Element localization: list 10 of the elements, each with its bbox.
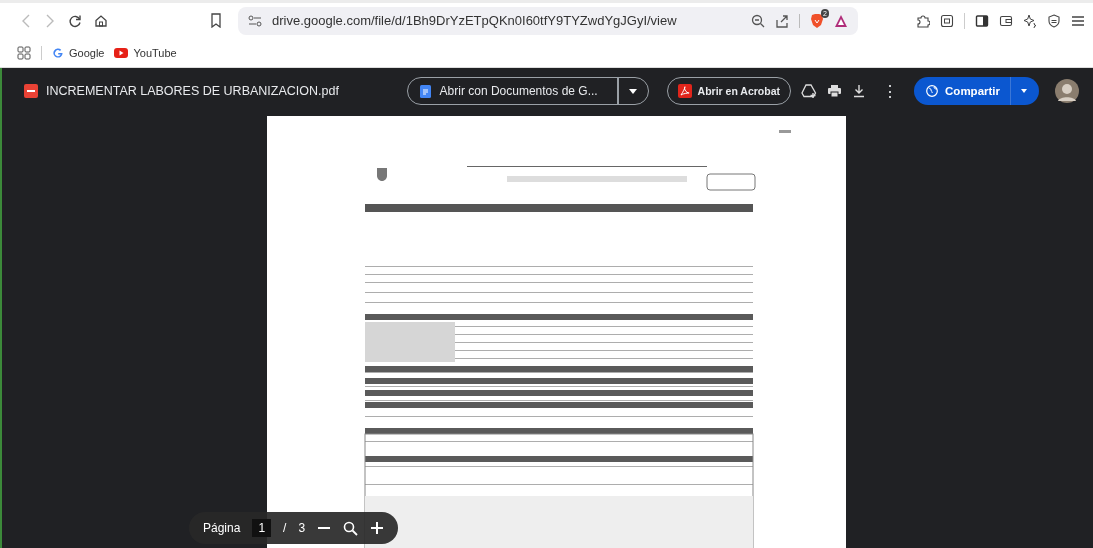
more-button[interactable]: ⋮ xyxy=(876,81,905,101)
file-name: INCREMENTAR LABORES DE URBANIZACION.pdf xyxy=(46,84,339,98)
bookmark-link[interactable]: YouTube xyxy=(114,46,177,59)
bookmark-link[interactable]: Google xyxy=(52,46,105,59)
share-button[interactable]: Compartir xyxy=(914,77,1039,105)
page-separator: / xyxy=(283,521,287,535)
page-total: 3 xyxy=(298,521,306,535)
page-label: Página xyxy=(203,521,241,535)
page-number-field[interactable]: 1 xyxy=(252,519,272,537)
url-text: drive.google.com/file/d/1Bh9DrYzETpQKn0I60tfY9TYZwdYgJGyI/view xyxy=(272,13,677,28)
